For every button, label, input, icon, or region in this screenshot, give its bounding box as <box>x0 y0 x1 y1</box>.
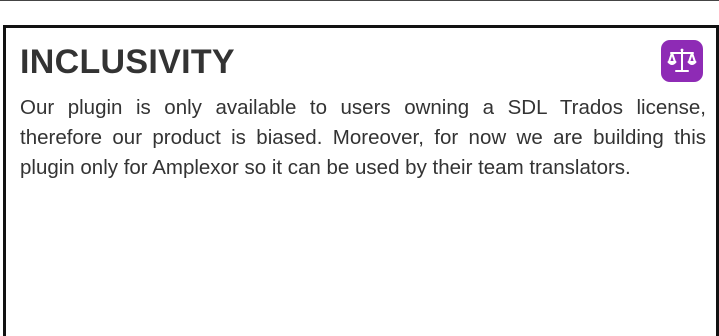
scale-icon <box>661 40 703 82</box>
section-body: Our plugin is only available to users ow… <box>20 96 706 179</box>
page: INCLUSIVITY Our plugin is only available… <box>0 0 719 336</box>
section-title: INCLUSIVITY <box>20 43 235 81</box>
top-divider <box>0 0 719 1</box>
inclusivity-card: INCLUSIVITY Our plugin is only available… <box>3 25 719 336</box>
